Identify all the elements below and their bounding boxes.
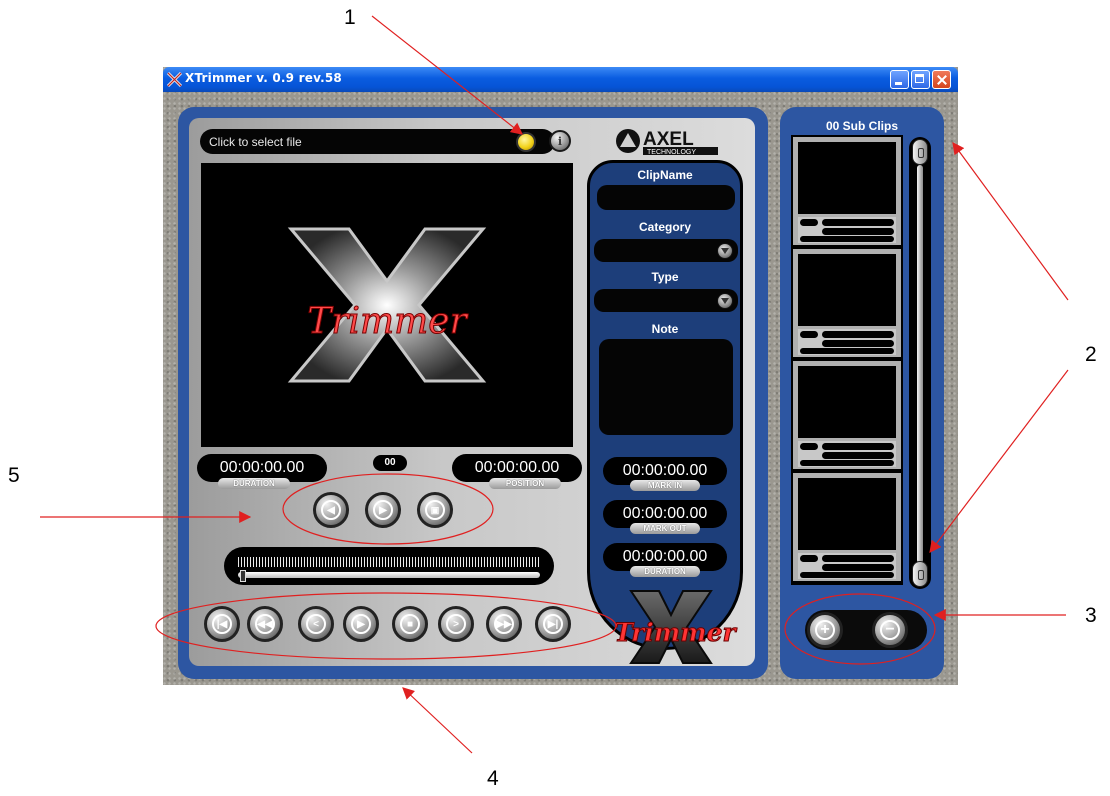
axel-logo-text: AXEL (643, 129, 694, 150)
frame-counter: 00 (373, 455, 407, 471)
mark-in-icon: ◀ (321, 500, 341, 520)
file-select-text: Click to select file (209, 135, 302, 149)
category-dropdown-icon[interactable] (717, 243, 733, 259)
slider-track[interactable] (238, 572, 540, 578)
remove-icon: − (880, 620, 900, 640)
info-button[interactable]: i (549, 130, 571, 152)
skip-to-end-button[interactable]: ▶| (535, 606, 571, 642)
title-bar[interactable]: XTrimmer v. 0.9 rev.58 (163, 67, 958, 92)
mark-in-label: MARK IN (630, 480, 700, 491)
play-icon: ▶ (351, 614, 371, 634)
subclip-info (798, 553, 896, 579)
subclip-preview (798, 478, 896, 550)
slider-thumb[interactable] (240, 570, 246, 582)
forward-button[interactable]: > (438, 606, 474, 642)
maximize-icon[interactable] (911, 70, 930, 89)
fast-rewind-button[interactable]: ◀◀ (247, 606, 283, 642)
info-icon: i (557, 134, 563, 148)
clip-duration-label: DURATION (630, 566, 700, 577)
subclip-thumbnail[interactable] (793, 473, 901, 581)
forward-icon: > (446, 614, 466, 634)
stop-button[interactable]: ■ (392, 606, 428, 642)
axel-logo-subtext: TECHNOLOGY (647, 149, 696, 156)
subclips-list[interactable] (791, 135, 903, 585)
position-slider[interactable] (224, 547, 554, 585)
callout-4-arrow (402, 687, 473, 754)
subclip-info (798, 217, 896, 243)
xtrimmer-window: XTrimmer v. 0.9 rev.58 Click to select f… (163, 67, 958, 685)
fast-rewind-icon: ◀◀ (255, 614, 275, 634)
rewind-button[interactable]: < (298, 606, 334, 642)
skip-to-start-button[interactable]: |◀ (204, 606, 240, 642)
scrollbar-track[interactable] (917, 165, 923, 563)
mark-out-button[interactable]: ▶ (365, 492, 401, 528)
add-icon: + (815, 620, 835, 640)
file-select-bar[interactable]: Click to select file (200, 129, 555, 154)
callout-1: 1 (344, 6, 356, 29)
clipname-field[interactable] (597, 185, 735, 210)
splash-logo-text: Trimmer (307, 301, 468, 342)
axel-logo: AXEL TECHNOLOGY (616, 129, 718, 156)
fast-forward-icon: ▶▶ (494, 614, 514, 634)
callout-5: 5 (8, 464, 20, 487)
subclips-scrollbar[interactable] (909, 137, 931, 589)
xtrimmer-logo: Trimmer (614, 590, 738, 664)
callout-4: 4 (487, 767, 499, 790)
snapshot-button[interactable]: ▣ (417, 492, 453, 528)
callout-3: 3 (1085, 604, 1097, 627)
app-icon (167, 72, 182, 87)
clipname-label: ClipName (637, 168, 693, 182)
close-icon[interactable] (932, 70, 951, 89)
xtrimmer-splash-logo: Trimmer (287, 227, 487, 383)
subclips-title: 00 Sub Clips (825, 119, 899, 133)
xtrimmer-logo-text: Trimmer (614, 618, 737, 647)
fast-forward-button[interactable]: ▶▶ (486, 606, 522, 642)
duration-label: DURATION (218, 478, 290, 489)
skip-to-start-icon: |◀ (212, 614, 232, 634)
remove-subclip-button[interactable]: − (872, 612, 908, 648)
minimize-icon[interactable] (890, 70, 909, 89)
skip-to-end-icon: ▶| (543, 614, 563, 634)
mark-out-icon: ▶ (373, 500, 393, 520)
subclip-preview (798, 254, 896, 326)
note-label: Note (651, 322, 679, 336)
window-title: XTrimmer v. 0.9 rev.58 (185, 71, 342, 85)
stop-icon: ■ (400, 614, 420, 634)
subclip-preview (798, 142, 896, 214)
status-led-icon[interactable] (516, 132, 536, 152)
category-label: Category (638, 220, 691, 234)
type-label: Type (651, 270, 679, 284)
play-button[interactable]: ▶ (343, 606, 379, 642)
subclip-thumbnail[interactable] (793, 137, 901, 245)
rewind-icon: < (306, 614, 326, 634)
add-subclip-button[interactable]: + (807, 612, 843, 648)
subclip-thumbnail[interactable] (793, 249, 901, 357)
note-field[interactable] (599, 339, 733, 435)
subclip-info (798, 329, 896, 355)
position-label: POSITION (489, 478, 561, 489)
slider-ticks (238, 557, 540, 567)
subclip-preview (798, 366, 896, 438)
callout-2: 2 (1085, 343, 1097, 366)
mark-in-button[interactable]: ◀ (313, 492, 349, 528)
snapshot-icon: ▣ (425, 500, 445, 520)
callout-2-arrow-top (952, 142, 1069, 301)
subclip-info (798, 441, 896, 467)
subclip-thumbnail[interactable] (793, 361, 901, 469)
scroll-up-icon[interactable] (912, 139, 928, 165)
type-dropdown-icon[interactable] (717, 293, 733, 309)
scroll-down-icon[interactable] (912, 561, 928, 587)
mark-out-label: MARK OUT (630, 523, 700, 534)
video-preview[interactable]: Trimmer (201, 163, 573, 447)
